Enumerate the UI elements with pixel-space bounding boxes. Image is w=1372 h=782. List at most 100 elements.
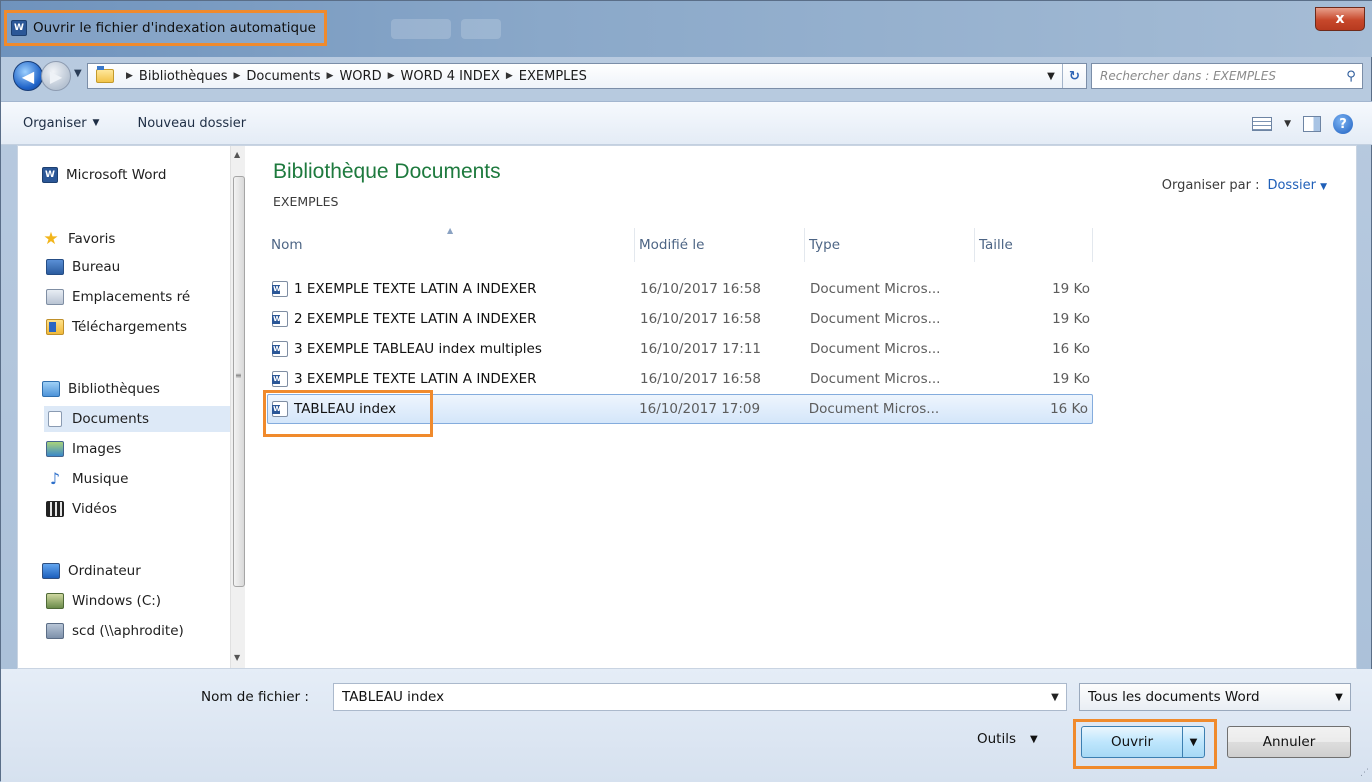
views-dropdown-icon[interactable]: ▼: [1284, 119, 1291, 129]
address-row: ◀ ▶ ▼ ▶ Bibliothèques ▶ Documents ▶ WORD…: [1, 57, 1372, 97]
sidebar-item-label: Images: [72, 441, 122, 457]
breadcrumb-separator-icon[interactable]: ▶: [327, 71, 334, 81]
tools-button[interactable]: Outils ▼: [977, 731, 1038, 747]
word-icon: W: [42, 167, 58, 183]
column-header-name[interactable]: ▲ Nom: [267, 226, 635, 262]
column-header-label: Type: [809, 237, 841, 253]
window-title-area: W Ouvrir le fichier d'indexation automat…: [4, 10, 327, 46]
sidebar-item-label: Bibliothèques: [68, 381, 160, 397]
sidebar-item-documents[interactable]: Documents: [44, 406, 244, 432]
chevron-down-icon: ▼: [92, 118, 100, 128]
sidebar-item-computer[interactable]: Ordinateur: [32, 558, 244, 584]
organize-button[interactable]: Organiser ▼: [23, 116, 99, 131]
close-icon: x: [1335, 11, 1345, 27]
breadcrumb-item-word[interactable]: WORD: [339, 69, 381, 84]
file-name: 3 EXEMPLE TABLEAU index multiples: [294, 341, 542, 357]
breadcrumb-item-documents[interactable]: Documents: [246, 69, 320, 84]
back-arrow-icon: ◀: [21, 66, 35, 86]
filename-combobox[interactable]: ▼: [333, 683, 1067, 711]
arrange-by-dropdown[interactable]: Dossier ▼: [1267, 178, 1327, 193]
breadcrumb-item-word4index[interactable]: WORD 4 INDEX: [401, 69, 500, 84]
sidebar-item-desktop[interactable]: Bureau: [46, 254, 244, 280]
file-type: Document Micros...: [810, 371, 941, 387]
documents-icon: [48, 411, 62, 427]
breadcrumb-separator-icon[interactable]: ▶: [506, 71, 513, 81]
breadcrumb-separator-icon[interactable]: ▶: [388, 71, 395, 81]
sidebar-item-libraries[interactable]: Bibliothèques: [32, 376, 244, 402]
column-header-label: Taille: [979, 237, 1013, 253]
navigation-pane: W Microsoft Word ★ Favoris Bureau Emplac…: [18, 146, 245, 668]
close-button[interactable]: x: [1315, 7, 1365, 31]
sidebar-item-windows-c[interactable]: Windows (C:): [46, 588, 244, 614]
sidebar-item-microsoft-word[interactable]: W Microsoft Word: [32, 162, 244, 188]
word-app-icon: W: [11, 20, 27, 36]
breadcrumb-separator-icon: ▶: [126, 71, 133, 81]
file-name: 2 EXEMPLE TEXTE LATIN A INDEXER: [294, 311, 537, 327]
column-header-size[interactable]: Taille: [975, 228, 1093, 262]
star-icon: ★: [43, 229, 59, 249]
new-folder-button[interactable]: Nouveau dossier: [137, 116, 246, 131]
network-drive-icon: [46, 623, 64, 639]
sidebar-item-videos[interactable]: Vidéos: [46, 496, 244, 522]
column-header-modified[interactable]: Modifié le: [635, 228, 805, 262]
breadcrumb-item-exemples[interactable]: EXEMPLES: [519, 69, 587, 84]
cancel-button[interactable]: Annuler: [1227, 726, 1351, 758]
file-row[interactable]: W 2 EXEMPLE TEXTE LATIN A INDEXER 16/10/2…: [267, 304, 1097, 334]
selected-file-highlight: [263, 390, 433, 437]
file-modified: 16/10/2017 16:58: [640, 281, 762, 297]
recent-locations-dropdown[interactable]: ▼: [74, 68, 82, 79]
sidebar-item-recent-places[interactable]: Emplacements ré: [46, 284, 244, 310]
scroll-down-icon[interactable]: ▼: [234, 653, 240, 662]
refresh-button[interactable]: ↻: [1062, 64, 1086, 88]
chevron-down-icon: ▼: [1320, 182, 1327, 192]
music-icon: ♪: [49, 469, 61, 488]
scrollbar-grip-icon: ≡: [235, 371, 242, 380]
help-icon[interactable]: ?: [1333, 114, 1353, 134]
filename-input[interactable]: [334, 684, 1044, 710]
back-button[interactable]: ◀: [13, 61, 43, 91]
dialog-body: W Microsoft Word ★ Favoris Bureau Emplac…: [17, 145, 1357, 669]
sidebar-item-label: scd (\\aphrodite): [72, 623, 184, 639]
open-button[interactable]: Ouvrir ▼: [1081, 726, 1205, 758]
library-title: Bibliothèque Documents: [273, 160, 501, 183]
filetype-select[interactable]: Tous les documents Word ▼: [1079, 683, 1351, 711]
search-box[interactable]: ⚲: [1091, 63, 1363, 89]
file-row[interactable]: W 3 EXEMPLE TABLEAU index multiples 16/10…: [267, 334, 1097, 364]
search-icon[interactable]: ⚲: [1340, 69, 1362, 84]
address-dropdown-icon[interactable]: ▼: [1040, 71, 1062, 82]
scroll-up-icon[interactable]: ▲: [234, 150, 240, 159]
title-bar-decoration: [391, 19, 451, 39]
chevron-down-icon: ▼: [1030, 733, 1038, 745]
toolbar-right-group: ▼ ?: [1252, 102, 1372, 146]
breadcrumb-item-libraries[interactable]: Bibliothèques: [139, 69, 228, 84]
sidebar-item-network-drive[interactable]: scd (\\aphrodite): [46, 618, 244, 644]
sidebar-item-images[interactable]: Images: [46, 436, 244, 462]
window-title: Ouvrir le fichier d'indexation automatiq…: [33, 20, 316, 36]
navigation-scrollbar[interactable]: ▲ ≡ ▼: [230, 146, 245, 668]
sidebar-item-label: Favoris: [68, 231, 116, 247]
change-view-icon[interactable]: [1252, 117, 1273, 131]
file-type: Document Micros...: [810, 311, 941, 327]
open-options-dropdown-icon[interactable]: ▼: [1182, 727, 1204, 757]
new-folder-label: Nouveau dossier: [137, 115, 247, 131]
file-row[interactable]: W 1 EXEMPLE TEXTE LATIN A INDEXER 16/10/2…: [267, 274, 1097, 304]
arrange-by: Organiser par : Dossier ▼: [1162, 178, 1327, 193]
search-input[interactable]: [1092, 64, 1340, 88]
command-toolbar: Organiser ▼ Nouveau dossier ▼ ?: [1, 101, 1372, 145]
forward-button[interactable]: ▶: [41, 61, 71, 91]
images-icon: [46, 441, 64, 457]
chevron-down-icon[interactable]: ▼: [1044, 692, 1066, 703]
preview-pane-icon[interactable]: [1303, 116, 1321, 132]
column-header-label: Modifié le: [639, 237, 705, 253]
sidebar-item-music[interactable]: ♪ Musique: [46, 466, 244, 492]
breadcrumb-separator-icon[interactable]: ▶: [233, 71, 240, 81]
sidebar-item-favorites[interactable]: ★ Favoris: [32, 226, 244, 252]
address-bar[interactable]: ▶ Bibliothèques ▶ Documents ▶ WORD ▶ WOR…: [87, 63, 1087, 89]
column-header-type[interactable]: Type: [805, 228, 975, 262]
resize-grip-icon[interactable]: ⋰: [1360, 768, 1369, 778]
word-document-icon: W: [272, 341, 288, 357]
sidebar-item-downloads[interactable]: Téléchargements: [46, 314, 244, 340]
file-size: 19 Ko: [1052, 311, 1090, 327]
sidebar-item-label: Bureau: [72, 259, 121, 275]
scrollbar-thumb[interactable]: [233, 176, 245, 587]
